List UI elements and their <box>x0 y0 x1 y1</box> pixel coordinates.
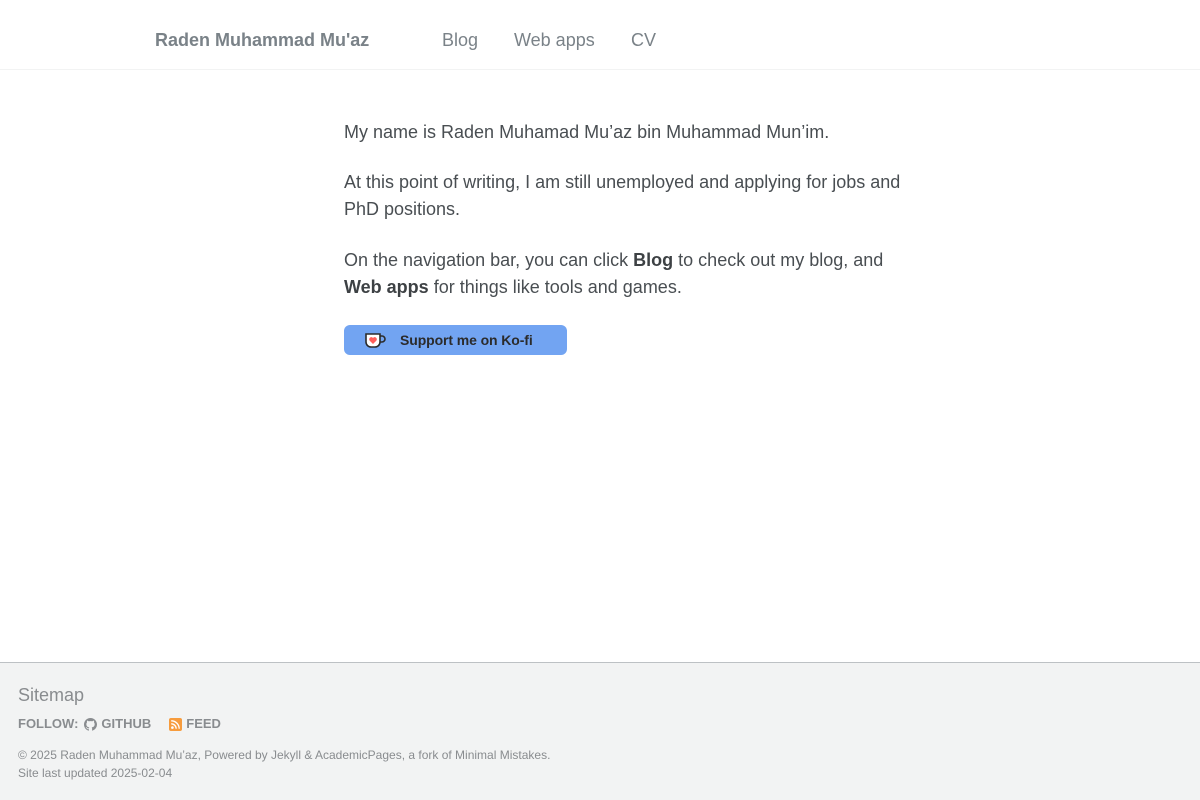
rss-feed-icon <box>169 717 183 731</box>
intro-paragraph: My name is Raden Muhamad Mu’az bin Muham… <box>344 122 830 142</box>
nav-web-apps[interactable]: Web apps <box>514 29 595 51</box>
feed-link[interactable]: FEED <box>169 716 221 732</box>
github-icon <box>84 717 98 731</box>
github-link[interactable]: GITHUB <box>84 716 151 732</box>
nav-text-blog: Blog <box>633 250 674 270</box>
main-content: My name is Raden Muhamad Mu’az bin Muham… <box>344 119 904 325</box>
last-updated-text: Site last updated 2025-02-04 <box>18 766 173 780</box>
kofi-cup-icon <box>364 330 386 350</box>
nav-text-webapps: Web apps <box>344 277 429 297</box>
navigation-paragraph: On the navigation bar, you can click Blo… <box>344 247 904 301</box>
site-title-link[interactable]: Raden Muhammad Mu'az <box>155 29 369 51</box>
nav-cv[interactable]: CV <box>631 29 656 51</box>
kofi-button-label: Support me on Ko-fi <box>400 332 533 348</box>
masthead: Raden Muhammad Mu'az Blog Web apps CV <box>0 0 1200 70</box>
page-footer: Sitemap FOLLOW: GITHUB FEED © 2025 Raden… <box>0 662 1200 800</box>
kofi-support-button[interactable]: Support me on Ko-fi <box>344 325 567 355</box>
feed-label: FEED <box>186 716 221 731</box>
follow-label: FOLLOW: <box>18 716 79 731</box>
follow-row: FOLLOW: GITHUB FEED <box>18 716 239 732</box>
nav-text-3: for things like tools and games. <box>428 277 682 297</box>
nav-blog[interactable]: Blog <box>442 29 478 51</box>
sitemap-link[interactable]: Sitemap <box>18 685 84 705</box>
nav-text-1: On the navigation bar, you can click <box>344 250 634 270</box>
nav-text-2: to check out my blog, and <box>673 250 884 270</box>
github-label: GITHUB <box>101 716 152 731</box>
status-paragraph: At this point of writing, I am still une… <box>344 172 901 219</box>
copyright-text: © 2025 Raden Muhammad Mu’az, Powered by … <box>18 748 551 762</box>
